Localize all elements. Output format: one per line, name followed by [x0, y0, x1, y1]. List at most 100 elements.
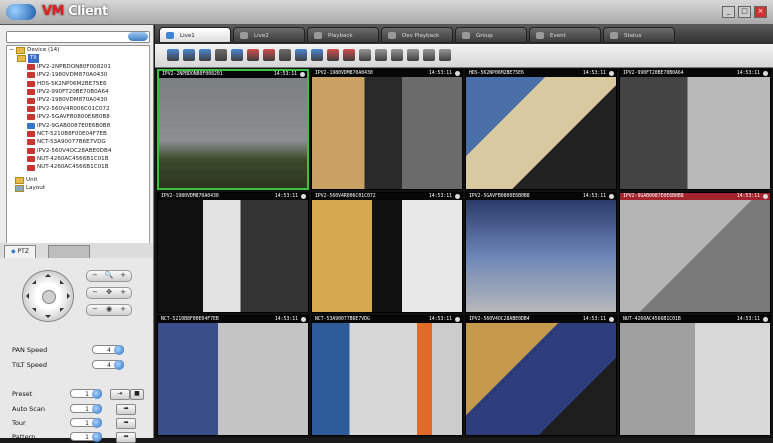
iris-control[interactable]: − ◉ +	[86, 304, 132, 316]
preset-set-button[interactable]: ■	[130, 389, 144, 400]
search-icon[interactable]	[128, 32, 148, 41]
tab-playback[interactable]: Playback	[307, 27, 379, 43]
tree-unit[interactable]: Unit	[7, 176, 149, 184]
arrow-down-left-icon[interactable]	[32, 308, 36, 312]
tree-layout[interactable]: Layout	[7, 184, 149, 192]
plus-icon[interactable]: +	[120, 271, 126, 280]
tab-dev-playback[interactable]: Dev Playback	[381, 27, 453, 43]
search-input[interactable]	[6, 31, 150, 43]
camera-view-cell[interactable]: IPV2-1980VDM870A0430 14:53:11	[157, 192, 309, 313]
camera-view-cell[interactable]: IPV2-1980VDM870A0430 14:53:11	[311, 69, 463, 190]
camera-video-feed[interactable]	[466, 200, 616, 312]
camera-video-feed[interactable]	[466, 323, 616, 435]
layout-custom-icon[interactable]	[215, 49, 227, 61]
spin-icon[interactable]	[92, 418, 102, 428]
tree-camera-item[interactable]: HDS-5K2NP06M2BE75E6	[7, 80, 149, 88]
spin-icon[interactable]	[92, 389, 102, 399]
arrow-down-right-icon[interactable]	[60, 308, 64, 312]
tab-event[interactable]: Event	[529, 27, 601, 43]
arrow-left-icon[interactable]	[26, 293, 29, 299]
plus-icon[interactable]: +	[120, 305, 126, 314]
camera-video-feed[interactable]	[159, 78, 307, 188]
arrow-right-icon[interactable]	[67, 293, 70, 299]
spin-icon[interactable]	[114, 345, 124, 355]
arrow-up-left-icon[interactable]	[32, 280, 36, 284]
layout-e-icon[interactable]	[423, 49, 435, 61]
tree-camera-item[interactable]: IPV2-1980VDM870A0430	[7, 96, 149, 104]
spin-icon[interactable]	[92, 432, 102, 442]
camera-view-cell[interactable]: IPV2-560V4OC28ABE0DB4 14:53:11	[465, 315, 617, 436]
spin-icon[interactable]	[92, 404, 102, 414]
layout-f-icon[interactable]	[439, 49, 451, 61]
camera-view-cell[interactable]: IPV2-2NPBDON80F008201 14:53:11	[157, 69, 309, 190]
camera-view-cell[interactable]: NCT-5210B8F00E04F7EB 14:53:11	[157, 315, 309, 436]
tree-root[interactable]: − Device (14)	[7, 46, 149, 54]
spin-icon[interactable]	[114, 360, 124, 370]
camera-video-feed[interactable]	[312, 77, 462, 189]
arrow-down-icon[interactable]	[45, 315, 51, 318]
arrow-up-icon[interactable]	[45, 274, 51, 277]
camera-view-cell[interactable]: NCT-53A90077B6E7VDG 14:53:11	[311, 315, 463, 436]
camera-video-feed[interactable]	[466, 77, 616, 189]
tree-camera-item[interactable]: NUT-4260AC4566B1C01B	[7, 163, 149, 171]
camera-view-cell[interactable]: HDS-5K2NP06M2BE75E6 14:53:11	[465, 69, 617, 190]
camera-video-feed[interactable]	[158, 323, 308, 435]
arrow-up-right-icon[interactable]	[60, 280, 64, 284]
tab-live1[interactable]: Live1	[159, 27, 231, 43]
camera-view-cell[interactable]: IPV2-560V4R006C01C072 14:53:11	[311, 192, 463, 313]
tree-camera-item[interactable]: NCT-5210B8F00E04F7EB	[7, 130, 149, 138]
audio-icon[interactable]	[263, 49, 275, 61]
stop-icon[interactable]	[327, 49, 339, 61]
tree-camera-item[interactable]: NUT-4260AC4566B1C01B	[7, 155, 149, 163]
zoom-control[interactable]: − 🔍 +	[86, 270, 132, 282]
tab-secondary[interactable]	[48, 245, 90, 258]
tree-camera-item[interactable]: IPV2-9GAB0087E0E6B0B8	[7, 122, 149, 130]
camera-video-feed[interactable]	[312, 200, 462, 312]
plus-icon[interactable]: +	[120, 288, 126, 297]
close-button[interactable]: ×	[754, 6, 767, 18]
device-tree[interactable]: − Device (14) Tll IPV2-2NPBDON80F008201 I…	[6, 45, 150, 245]
minus-icon[interactable]: −	[92, 288, 98, 297]
tree-camera-item[interactable]: IPV2-560V4R006C01C072	[7, 105, 149, 113]
layout-c-icon[interactable]	[391, 49, 403, 61]
preset-stepper[interactable]: 1	[70, 389, 102, 399]
ptz-center-button[interactable]	[42, 290, 56, 304]
camera-video-feed[interactable]	[620, 77, 770, 189]
pan-speed-stepper[interactable]: 4	[92, 345, 124, 355]
camera-video-feed[interactable]	[312, 323, 462, 435]
prev-icon[interactable]	[295, 49, 307, 61]
layout-b-icon[interactable]	[375, 49, 387, 61]
camera-view-cell[interactable]: IPV2-9GAB0087E0E6B0B8 14:53:11	[619, 192, 771, 313]
layout-3x3-icon[interactable]	[199, 49, 211, 61]
tree-group[interactable]: Tll	[7, 54, 149, 63]
tab-group[interactable]: Group	[455, 27, 527, 43]
record-icon[interactable]	[231, 49, 243, 61]
tilt-speed-stepper[interactable]: 4	[92, 360, 124, 370]
pattern-stepper[interactable]: 1	[70, 432, 102, 442]
layout-2x2-icon[interactable]	[183, 49, 195, 61]
auto-scan-run-button[interactable]: ➡	[116, 404, 136, 415]
tree-camera-item[interactable]: IPV2-560V4OC28ABE0DB4	[7, 147, 149, 155]
layout-1x1-icon[interactable]	[167, 49, 179, 61]
auto-scan-stepper[interactable]: 1	[70, 404, 102, 414]
alarm-icon[interactable]	[343, 49, 355, 61]
settings-icon[interactable]	[279, 49, 291, 61]
tree-camera-item[interactable]: IPV2-2NPBDON80F008201	[7, 63, 149, 71]
tour-stepper[interactable]: 1	[70, 418, 102, 428]
tour-run-button[interactable]: ➡	[116, 418, 136, 429]
tree-camera-item[interactable]: IPV2-5GAVFB0800E6B0B8	[7, 113, 149, 121]
camera-view-cell[interactable]: NUT-4260AC4566B1C01B 14:53:11	[619, 315, 771, 436]
maximize-button[interactable]: □	[738, 6, 751, 18]
camera-video-feed[interactable]	[620, 200, 770, 312]
minus-icon[interactable]: −	[92, 305, 98, 314]
minimize-button[interactable]: _	[722, 6, 735, 18]
layout-d-icon[interactable]	[407, 49, 419, 61]
snapshot-icon[interactable]	[247, 49, 259, 61]
camera-video-feed[interactable]	[620, 323, 770, 435]
camera-view-cell[interactable]: IPV2-5GAVFB0800E6B0B8 14:53:11	[465, 192, 617, 313]
camera-view-cell[interactable]: IPV2-990FT20BE70B0A64 14:53:11	[619, 69, 771, 190]
minus-icon[interactable]: −	[92, 271, 98, 280]
layout-a-icon[interactable]	[359, 49, 371, 61]
tab-ptz[interactable]: ◆ PTZ	[4, 245, 36, 258]
preset-go-button[interactable]: ⇥	[110, 389, 130, 400]
